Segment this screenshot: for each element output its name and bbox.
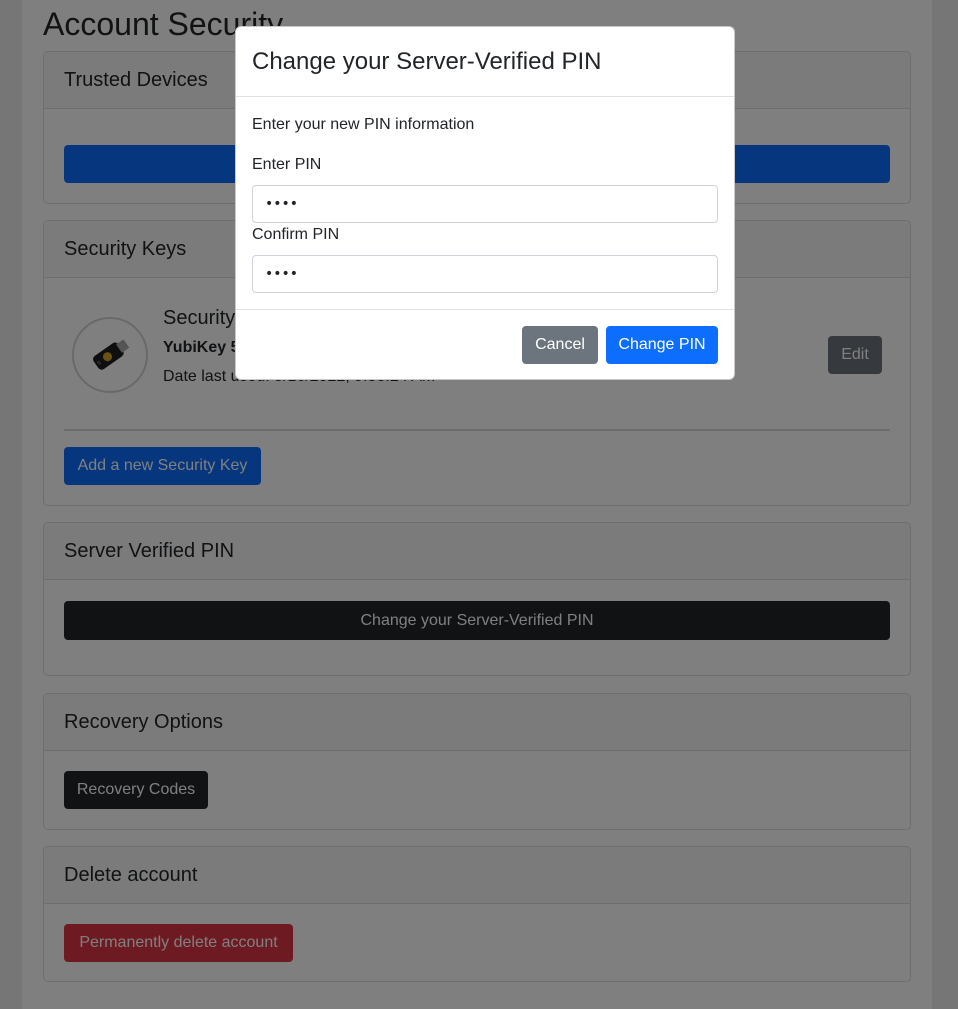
confirm-pin-label: Confirm PIN: [252, 226, 340, 243]
modal-intro-text: Enter your new PIN information: [252, 116, 475, 133]
cancel-button[interactable]: Cancel: [522, 326, 598, 364]
modal-footer: Cancel Change PIN: [236, 309, 734, 379]
change-pin-button[interactable]: Change PIN: [606, 326, 718, 364]
confirm-pin-input[interactable]: [252, 255, 718, 293]
modal-title: Change your Server-Verified PIN: [252, 48, 602, 75]
enter-pin-label: Enter PIN: [252, 156, 322, 173]
modal-body: Enter your new PIN information Enter PIN…: [236, 97, 734, 309]
modal-header: Change your Server-Verified PIN: [236, 27, 734, 97]
enter-pin-input[interactable]: [252, 185, 718, 223]
change-pin-modal: Change your Server-Verified PIN Enter yo…: [235, 26, 735, 380]
